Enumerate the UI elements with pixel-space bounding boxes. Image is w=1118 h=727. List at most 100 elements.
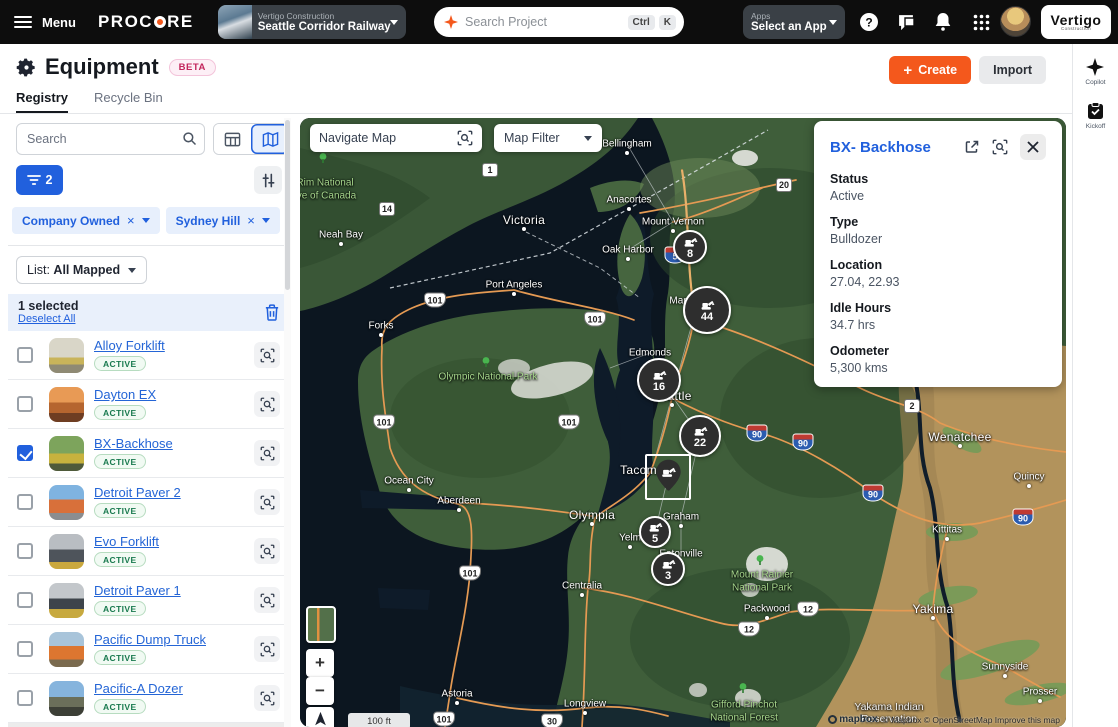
locate-on-map-button[interactable]	[254, 538, 280, 564]
panel-scrollbar[interactable]	[284, 118, 291, 727]
delete-trash-icon[interactable]	[264, 304, 280, 321]
equipment-name-link[interactable]: Pacific Dump Truck	[94, 632, 206, 647]
menu-label[interactable]: Menu	[42, 15, 76, 30]
equipment-name-link[interactable]: Alloy Forklift	[94, 338, 165, 353]
locate-scan-icon[interactable]	[992, 139, 1008, 155]
north-arrow-icon	[313, 711, 328, 727]
equipment-cluster-marker[interactable]: 8	[673, 230, 707, 264]
equipment-name-link[interactable]: Detroit Paver 1	[94, 583, 181, 598]
equipment-name-link[interactable]: Pacific-A Dozer	[94, 681, 183, 696]
menu-icon[interactable]	[14, 16, 32, 28]
zoom-in-button[interactable]: +	[306, 649, 334, 677]
locate-on-map-button[interactable]	[254, 489, 280, 515]
chat-icon[interactable]	[895, 10, 919, 34]
row-checkbox[interactable]	[17, 396, 33, 412]
project-selector[interactable]: Vertigo Construction Seattle Corridor Ra…	[218, 5, 406, 39]
vertigo-company-logo: Vertigo Construction	[1041, 5, 1111, 39]
park-label: Gifford Pinchot	[711, 700, 777, 711]
apps-value: Select an App	[751, 21, 829, 33]
info-field: StatusActive	[830, 172, 1046, 203]
row-checkbox[interactable]	[17, 641, 33, 657]
navigate-map-button[interactable]: Navigate Map	[310, 124, 482, 152]
chevron-down-icon[interactable]	[142, 218, 150, 223]
search-icon	[182, 131, 197, 151]
close-icon[interactable]	[1020, 134, 1046, 160]
locate-on-map-button[interactable]	[254, 636, 280, 662]
kbd-k: K	[659, 15, 676, 30]
cluster-count: 22	[694, 438, 706, 449]
filter-settings-button[interactable]	[254, 166, 282, 194]
user-avatar[interactable]	[1000, 6, 1031, 37]
equipment-name-link[interactable]: Detroit Paver 2	[94, 485, 181, 500]
app-root: Menu PROCRE Vertigo Construction Seattle…	[0, 0, 1118, 727]
row-checkbox[interactable]	[17, 690, 33, 706]
deselect-all-link[interactable]: Deselect All	[18, 313, 78, 325]
place-dot	[379, 333, 383, 337]
notifications-bell-icon[interactable]	[931, 10, 955, 34]
equipment-name-link[interactable]: Evo Forklift	[94, 534, 159, 549]
equipment-cluster-marker[interactable]: 5	[639, 516, 671, 548]
compass-button[interactable]	[306, 707, 334, 727]
chevron-down-icon[interactable]	[262, 218, 270, 223]
place-dot	[339, 242, 343, 246]
selection-count: 1 selected	[18, 299, 78, 313]
map-style-switcher[interactable]	[306, 606, 336, 643]
kickoff-button[interactable]: Kickoff	[1086, 102, 1105, 130]
park-label: Mount Rainier	[731, 570, 793, 581]
place-label: Aberdeen	[437, 496, 480, 507]
locate-on-map-button[interactable]	[254, 391, 280, 417]
locate-on-map-button[interactable]	[254, 685, 280, 711]
filter-chip[interactable]: Company Owned×	[12, 207, 160, 234]
locate-on-map-button[interactable]	[254, 587, 280, 613]
mapbox-logo[interactable]: mapbox	[828, 714, 877, 725]
apps-grid-icon[interactable]	[969, 10, 993, 34]
highway-shield: 101	[558, 415, 580, 430]
chevron-down-icon	[829, 20, 837, 25]
row-checkbox[interactable]	[17, 347, 33, 363]
zoom-out-button[interactable]: −	[306, 677, 334, 705]
equipment-search-input[interactable]	[16, 123, 205, 155]
map-container[interactable]: BellinghamAnacortesMount VernonVictoriaN…	[300, 118, 1066, 727]
info-card-title[interactable]: BX- Backhose	[830, 139, 964, 156]
help-icon[interactable]: ?	[857, 10, 881, 34]
copilot-button[interactable]: Copilot	[1085, 58, 1105, 86]
place-dot	[625, 151, 629, 155]
open-external-icon[interactable]	[964, 139, 980, 155]
tab-recycle-bin[interactable]: Recycle Bin	[94, 90, 163, 113]
filter-chip[interactable]: Sydney Hill×	[166, 207, 280, 234]
place-label: Bellingham	[602, 139, 651, 150]
map-filter-dropdown[interactable]: Map Filter	[494, 124, 602, 152]
apps-selector[interactable]: Apps Select an App	[743, 5, 845, 39]
row-checkbox[interactable]	[17, 494, 33, 510]
list-scope-dropdown[interactable]: List: All Mapped	[16, 256, 147, 284]
place-dot	[1027, 484, 1031, 488]
highway-shield: 14	[379, 202, 395, 216]
place-label: Anacortes	[606, 195, 651, 206]
selected-equipment-marker[interactable]	[645, 454, 691, 500]
equipment-cluster-marker[interactable]: 3	[651, 552, 685, 586]
row-checkbox[interactable]	[17, 543, 33, 559]
equipment-name-link[interactable]: BX-Backhose	[94, 436, 173, 451]
equipment-cluster-marker[interactable]: 44	[683, 286, 731, 334]
tab-registry[interactable]: Registry	[16, 90, 68, 113]
attribution-text[interactable]: © Mapbox © OpenStreetMap Improve this ma…	[883, 715, 1060, 725]
equipment-cluster-marker[interactable]: 16	[637, 358, 681, 402]
procore-logo[interactable]: PROCRE	[98, 12, 194, 32]
equipment-info: Alloy ForkliftACTIVE	[94, 338, 165, 372]
create-button[interactable]: +Create	[889, 56, 971, 84]
place-dot	[407, 488, 411, 492]
global-search-input[interactable]: Search Project Ctrl K	[434, 7, 684, 37]
locate-on-map-button[interactable]	[254, 440, 280, 466]
highway-shield: 90	[1013, 509, 1034, 526]
equipment-name-link[interactable]: Dayton EX	[94, 387, 156, 402]
remove-filter-icon[interactable]: ×	[247, 213, 255, 228]
row-checkbox[interactable]	[17, 592, 33, 608]
row-checkbox[interactable]	[17, 445, 33, 461]
import-button[interactable]: Import	[979, 56, 1046, 84]
remove-filter-icon[interactable]: ×	[127, 213, 135, 228]
locate-on-map-button[interactable]	[254, 342, 280, 368]
table-view-button[interactable]	[214, 124, 252, 154]
equipment-cluster-marker[interactable]: 22	[679, 415, 721, 457]
filters-button[interactable]: 2	[16, 165, 63, 195]
filter-funnel-icon	[27, 174, 41, 186]
